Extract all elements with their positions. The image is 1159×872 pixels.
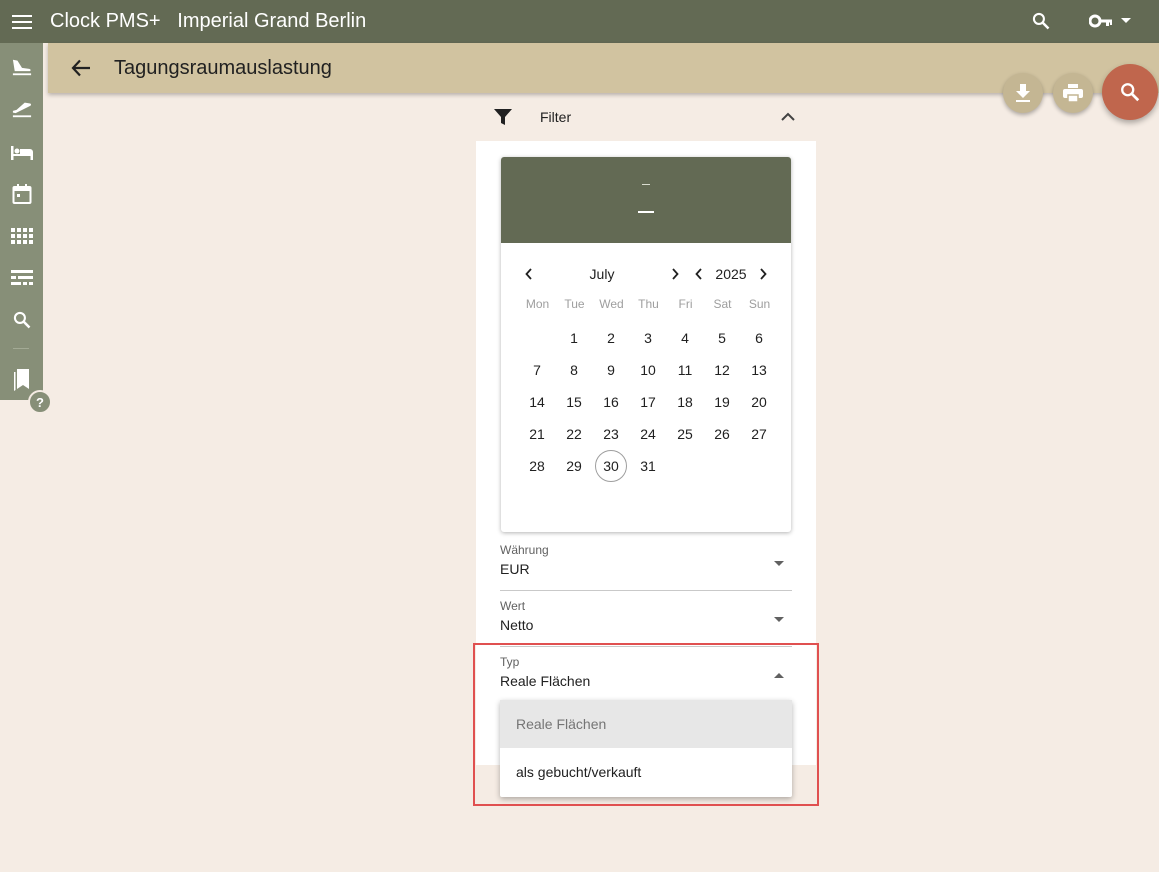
back-arrow-icon[interactable] [66, 53, 96, 83]
month-label[interactable]: July [581, 261, 623, 287]
calendar-day[interactable]: 3 [632, 322, 664, 354]
calendar-day[interactable]: 19 [706, 386, 738, 418]
date-picker: July 2025 Mon Tue Wed Thu Fri Sat Sun 12345678… [501, 157, 791, 532]
prev-month-button[interactable] [519, 263, 539, 285]
calendar-day[interactable]: 5 [706, 322, 738, 354]
search-icon [1121, 83, 1140, 102]
dropdown-arrow-icon [774, 617, 784, 622]
currency-value: EUR [500, 561, 530, 577]
type-select[interactable]: Typ Reale Flächen [500, 655, 792, 703]
grid-icon[interactable] [0, 219, 43, 253]
bed-icon[interactable] [0, 135, 43, 169]
arrival-icon[interactable] [0, 50, 43, 84]
calendar-day[interactable]: 26 [706, 418, 738, 450]
top-app-bar: Clock PMS+ Imperial Grand Berlin [0, 0, 1159, 43]
weekday-label: Wed [599, 297, 624, 311]
calendar-day[interactable]: 23 [595, 418, 627, 450]
search-fab[interactable] [1102, 64, 1158, 120]
page-title: Tagungsraumauslastung [114, 56, 332, 79]
calendar-day[interactable]: 29 [558, 450, 590, 482]
weekday-label: Fri [678, 297, 693, 311]
type-label: Typ [500, 655, 520, 669]
weekday-label: Thu [638, 297, 659, 311]
next-month-button[interactable] [665, 263, 685, 285]
calendar-day[interactable]: 18 [669, 386, 701, 418]
chevron-right-icon [672, 268, 679, 280]
calendar-day[interactable]: 27 [743, 418, 775, 450]
weekday-label: Sat [713, 297, 732, 311]
option-als-gebucht-verkauft[interactable]: als gebucht/verkauft [500, 748, 792, 796]
calendar-day[interactable]: 8 [558, 354, 590, 386]
calendar-day[interactable]: 4 [669, 322, 701, 354]
calendar-day[interactable]: 11 [669, 354, 701, 386]
calendar-day[interactable]: 10 [632, 354, 664, 386]
calendar-day[interactable]: 21 [521, 418, 553, 450]
calendar-day[interactable]: 13 [743, 354, 775, 386]
calendar-icon[interactable] [0, 177, 43, 211]
chevron-up-icon [781, 112, 795, 121]
calendar-day[interactable]: 15 [558, 386, 590, 418]
calendar-day[interactable]: 1 [558, 322, 590, 354]
date-picker-header [501, 157, 791, 243]
calendar-day[interactable]: 30 [595, 450, 627, 482]
download-icon [1016, 84, 1030, 102]
chevron-down-icon [1121, 18, 1131, 23]
calendar-day[interactable]: 24 [632, 418, 664, 450]
calendar-day[interactable]: 17 [632, 386, 664, 418]
filter-icon [494, 109, 512, 125]
chevron-right-icon [760, 268, 767, 280]
search-icon[interactable] [1026, 6, 1056, 36]
calendar-day[interactable]: 28 [521, 450, 553, 482]
value-select[interactable]: Wert Netto [500, 599, 792, 647]
type-value: Reale Flächen [500, 673, 591, 689]
calendar-day[interactable]: 31 [632, 450, 664, 482]
date-placeholder-dash [638, 211, 654, 213]
page-header: Tagungsraumauslastung [48, 43, 1159, 93]
rack-icon[interactable] [0, 261, 43, 295]
filter-label: Filter [540, 109, 572, 125]
account-menu-button[interactable] [1080, 6, 1140, 36]
calendar-day[interactable]: 2 [595, 322, 627, 354]
search-icon[interactable] [0, 303, 43, 337]
type-dropdown-menu: Reale Flächen als gebucht/verkauft [500, 700, 792, 797]
value-label: Wert [500, 599, 526, 613]
calendar-day[interactable]: 22 [558, 418, 590, 450]
weekday-label: Sun [748, 297, 771, 311]
calendar-day[interactable]: 25 [669, 418, 701, 450]
next-year-button[interactable] [753, 263, 773, 285]
currency-label: Währung [500, 543, 549, 557]
calendar-day[interactable]: 12 [706, 354, 738, 386]
calendar-day[interactable]: 9 [595, 354, 627, 386]
side-rail [0, 43, 43, 400]
print-button[interactable] [1053, 73, 1093, 113]
chevron-left-icon [695, 268, 702, 280]
currency-select[interactable]: Währung EUR [500, 543, 792, 591]
calendar-day[interactable]: 6 [743, 322, 775, 354]
calendar-day[interactable]: 20 [743, 386, 775, 418]
calendar-day[interactable]: 14 [521, 386, 553, 418]
prev-year-button[interactable] [689, 263, 709, 285]
rail-divider [13, 348, 29, 349]
option-reale-flaechen[interactable]: Reale Flächen [500, 700, 792, 748]
filter-toggle[interactable]: Filter [476, 95, 816, 139]
field-underline [500, 590, 792, 591]
menu-icon[interactable] [0, 0, 43, 43]
value-value: Netto [500, 617, 534, 633]
dropdown-arrow-up-icon [774, 673, 784, 678]
date-placeholder-dash [642, 184, 650, 185]
field-underline [500, 646, 792, 647]
year-label[interactable]: 2025 [711, 261, 751, 287]
chevron-left-icon [525, 268, 532, 280]
departure-icon[interactable] [0, 92, 43, 126]
weekday-label: Tue [564, 297, 585, 311]
download-button[interactable] [1003, 73, 1043, 113]
weekday-label: Mon [525, 297, 550, 311]
calendar-day[interactable]: 16 [595, 386, 627, 418]
key-icon [1089, 14, 1112, 28]
help-button[interactable]: ? [28, 390, 52, 414]
dropdown-arrow-icon [774, 561, 784, 566]
calendar-day[interactable]: 7 [521, 354, 553, 386]
print-icon [1063, 84, 1083, 102]
app-title: Clock PMS+ Imperial Grand Berlin [50, 10, 367, 32]
